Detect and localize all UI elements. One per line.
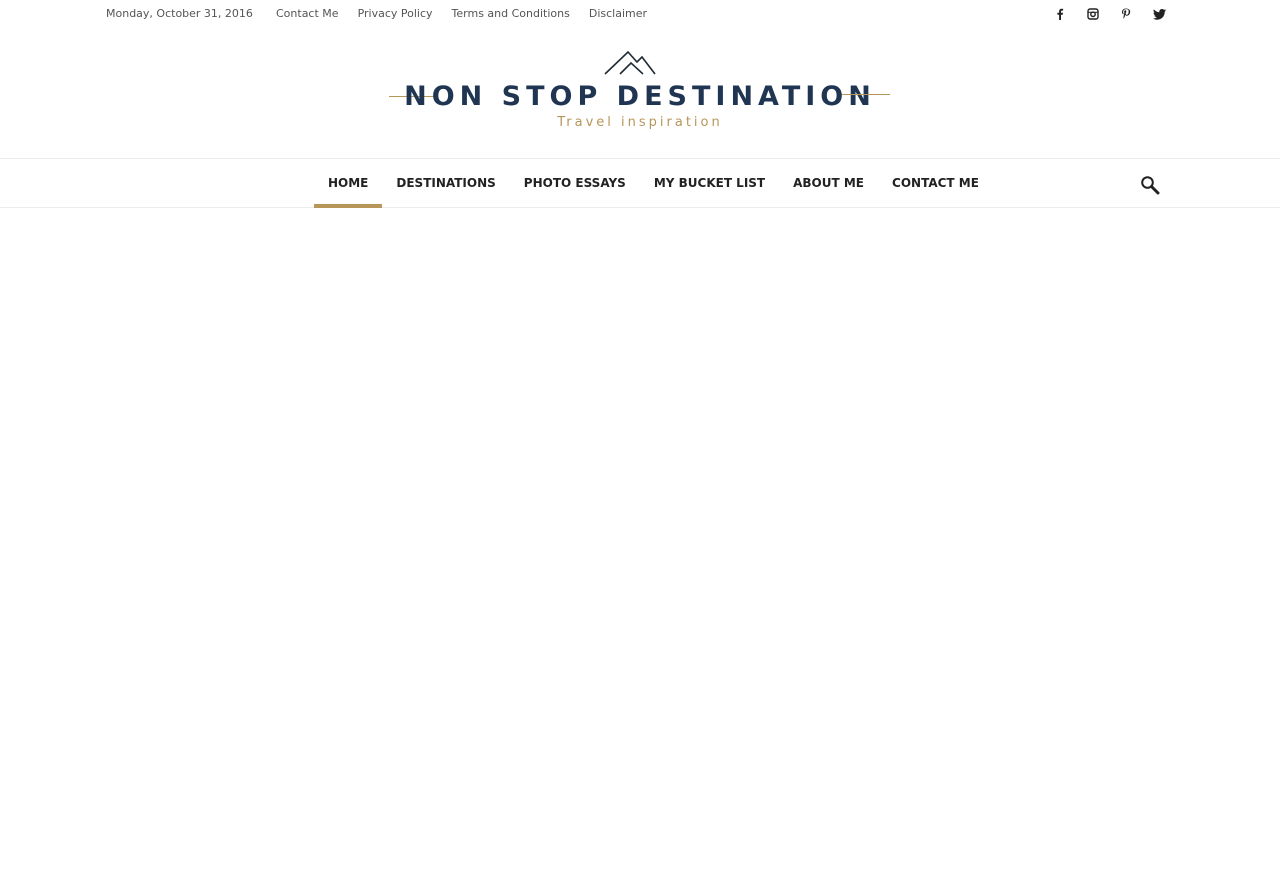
nav-item-home[interactable]: HOME — [314, 159, 383, 208]
logo-subtitle: Travel inspiration — [557, 115, 723, 130]
nav-item-my-bucket-list[interactable]: MY BUCKET LIST — [640, 159, 779, 207]
top-link-terms[interactable]: Terms and Conditions — [452, 7, 570, 20]
main-navigation: HOME DESTINATIONS PHOTO ESSAYS MY BUCKET… — [0, 158, 1280, 208]
nav-item-photo-essays[interactable]: PHOTO ESSAYS — [510, 159, 640, 207]
instagram-icon[interactable] — [1083, 5, 1103, 23]
nav-item-contact-me[interactable]: CONTACT ME — [878, 159, 993, 207]
top-link-contact-me[interactable]: Contact Me — [276, 7, 339, 20]
logo-line-right — [842, 94, 890, 95]
social-links — [1050, 5, 1182, 23]
logo-title: NON STOP DESTINATION — [404, 81, 876, 112]
search-icon[interactable] — [1140, 175, 1160, 195]
top-link-privacy-policy[interactable]: Privacy Policy — [358, 7, 433, 20]
nav-item-about-me[interactable]: ABOUT ME — [779, 159, 878, 207]
top-link-disclaimer[interactable]: Disclaimer — [589, 7, 647, 20]
top-bar: Monday, October 31, 2016 Contact Me Priv… — [0, 0, 1280, 28]
mountain-logo-icon — [604, 50, 656, 75]
pinterest-icon[interactable] — [1116, 5, 1136, 23]
nav-item-destinations[interactable]: DESTINATIONS — [382, 159, 509, 207]
site-logo[interactable]: NON STOP DESTINATION Travel inspiration — [388, 50, 892, 134]
facebook-icon[interactable] — [1050, 5, 1070, 23]
twitter-icon[interactable] — [1149, 5, 1169, 23]
current-date: Monday, October 31, 2016 — [106, 7, 253, 20]
top-links: Contact Me Privacy Policy Terms and Cond… — [266, 7, 656, 20]
